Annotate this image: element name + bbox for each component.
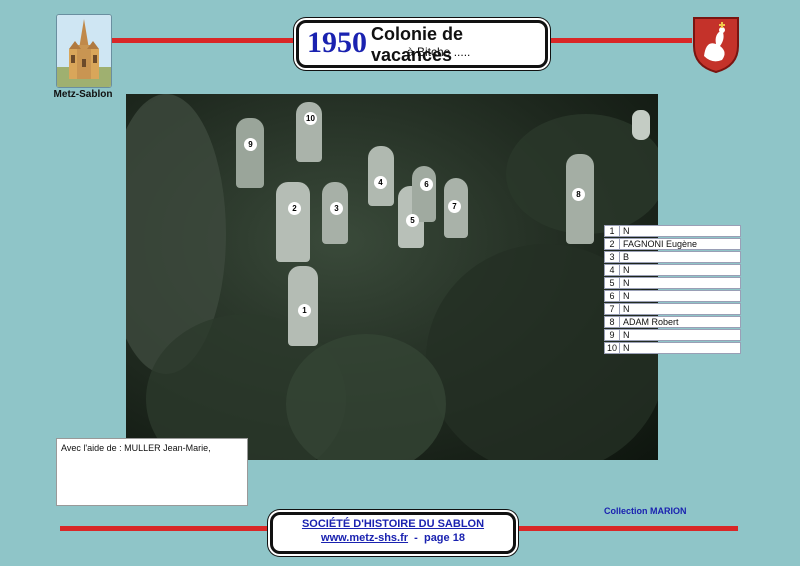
photo-marker-1: 1 [298, 304, 311, 317]
name-row-number: 4 [605, 264, 620, 275]
title-year: 1950 [307, 26, 367, 59]
name-row-number: 2 [605, 238, 620, 249]
logo-caption: Metz-Sablon [53, 89, 113, 100]
photo-marker-3: 3 [330, 202, 343, 215]
name-row-value: N [623, 329, 630, 340]
church-icon [56, 14, 112, 88]
footer-separator: - [414, 532, 418, 544]
name-row: 1N [604, 225, 741, 237]
photo-marker-5: 5 [406, 214, 419, 227]
name-row-number: 8 [605, 316, 620, 327]
name-row-value: N [623, 264, 630, 275]
photo-marker-10: 10 [304, 112, 317, 125]
name-row-value: N [623, 303, 630, 314]
name-row-number: 1 [605, 226, 620, 236]
photo-marker-2: 2 [288, 202, 301, 215]
footer-line-right [512, 526, 738, 531]
name-row-value: FAGNONI Eugène [623, 238, 698, 249]
footer-box: SOCIÉTÉ D'HISTOIRE DU SABLON www.metz-sh… [270, 512, 516, 554]
collection-label: Collection MARION [604, 506, 687, 516]
photo-marker-9: 9 [244, 138, 257, 151]
name-row-number: 6 [605, 290, 620, 301]
name-row-value: N [623, 342, 630, 353]
name-row-value: B [623, 251, 630, 262]
names-list: 1 N 2 FAGNONI Eugène 3 B 4 N 5 N 6 N 7 N 8 ADAM Robert 9… [604, 225, 741, 355]
name-row: 9N [604, 328, 741, 341]
name-row-value: N [623, 290, 630, 301]
name-row: 6N [604, 289, 741, 302]
header-line-right [546, 38, 692, 43]
photo-marker-6: 6 [420, 178, 433, 191]
photo-marker-4: 4 [374, 176, 387, 189]
name-row: 3B [604, 250, 741, 263]
photo-marker-7: 7 [448, 200, 461, 213]
header-line-left [112, 38, 298, 43]
group-photo: 1 2 3 4 5 6 7 8 9 10 [126, 94, 658, 460]
name-row-number: 5 [605, 277, 620, 288]
coat-of-arms-icon [692, 16, 740, 74]
name-row: 7N [604, 302, 741, 315]
name-row: 4N [604, 263, 741, 276]
page-number: page 18 [423, 532, 465, 544]
name-row: 5N [604, 276, 741, 289]
title-box: 1950 Colonie de vacances à Bitche ..... [296, 20, 548, 68]
name-row: 2 FAGNONI Eugène [604, 237, 741, 250]
name-row-number: 7 [605, 303, 620, 314]
name-row-number: 9 [605, 329, 620, 340]
help-text: Avec l'aide de : MULLER Jean-Marie, [61, 443, 211, 453]
site-link[interactable]: www.metz-shs.fr [321, 532, 408, 544]
page-subtitle: à Bitche ..... [407, 45, 471, 59]
name-row-value: N [623, 226, 630, 236]
name-row-number: 3 [605, 251, 620, 262]
society-name: SOCIÉTÉ D'HISTOIRE DU SABLON [301, 518, 485, 530]
footer-line-left [60, 526, 272, 531]
name-row-number: 10 [605, 342, 620, 353]
name-row-value: ADAM Robert [623, 316, 679, 327]
footer-info: www.metz-shs.fr - page 18 [273, 532, 513, 544]
help-box: Avec l'aide de : MULLER Jean-Marie, [56, 438, 248, 506]
name-row: 8 ADAM Robert [604, 315, 741, 328]
name-row: 10 N [604, 341, 741, 354]
name-row-value: N [623, 277, 630, 288]
photo-marker-8: 8 [572, 188, 585, 201]
